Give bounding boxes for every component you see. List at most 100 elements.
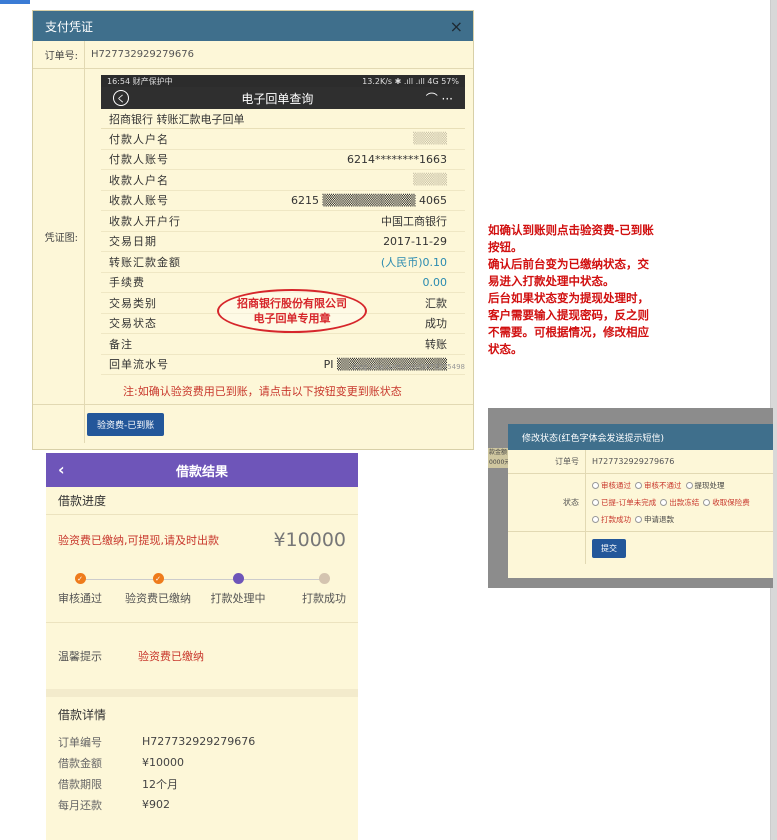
payment-voucher-modal: 支付凭证 × 订单号: H727732929279676 凭证图: 16:54 … <box>32 10 474 450</box>
status-option[interactable]: 已提-订单未完成 <box>592 495 656 510</box>
status-order-number: H727732929279676 <box>592 457 675 466</box>
phone-nav-title: 电子回单查询 <box>241 91 314 106</box>
phone-nav-bar: く 电子回单查询 ⌒ ··· <box>101 87 465 109</box>
receipt-record-key: 备注 <box>109 337 133 351</box>
loan-detail-header: 借款详情 <box>58 707 107 722</box>
status-option[interactable]: 出款冻结 <box>660 495 699 510</box>
corner-accent <box>0 0 30 4</box>
radio-circle-icon[interactable] <box>685 482 693 489</box>
loan-result-page: ‹ 借款结果 借款进度 验资费已缴纳,可提现,请及时出款 ¥10000 ✓ 审核通… <box>46 453 358 840</box>
radio-circle-icon[interactable] <box>660 499 668 506</box>
loan-detail-row: 借款期限 12个月 <box>46 773 358 794</box>
radio-circle-icon[interactable] <box>635 516 642 523</box>
annotation-line-1: 如确认到账则点击验资费-已到账按钮。 <box>488 223 654 254</box>
status-option[interactable]: 申请退款 <box>635 512 674 527</box>
receipt-record-key: 交易状态 <box>109 317 157 331</box>
loan-detail-value: ¥10000 <box>142 756 184 769</box>
receipt-record-key: 收款人账号 <box>109 194 169 208</box>
receipt-record-value: ▒▒▒▒ <box>413 132 447 146</box>
loan-detail-value: H727732929279676 <box>142 735 256 748</box>
receipt-record-row: 备注 转账 <box>101 334 465 355</box>
back-icon: く <box>113 90 129 106</box>
receipt-record-row: 付款人账号 6214********1663 <box>101 150 465 170</box>
receipt-record-row: 交易日期 2017-11-29 <box>101 232 465 252</box>
confirm-fee-received-button[interactable]: 验资费-已到账 <box>87 412 165 436</box>
status-option[interactable]: 打款成功 <box>592 512 631 527</box>
radio-circle-icon[interactable] <box>703 499 711 506</box>
loan-detail-key: 借款金额 <box>58 756 102 770</box>
receipt-record-value: (人民币)0.10 <box>380 255 447 269</box>
receipt-record-value: 汇款 <box>425 296 447 310</box>
receipt-record-key: 收款人户名 <box>109 173 169 187</box>
receipt-record-key: 交易日期 <box>109 235 157 249</box>
receipt-record-key: 手续费 <box>109 276 145 290</box>
progress-step: 打款处理中 <box>198 573 278 606</box>
step-dot-icon <box>232 573 244 584</box>
loan-progress-header: 借款进度 <box>46 487 358 515</box>
voucher-image-row: 凭证图: 16:54 财产保护中 13.2K/s ✱ .ıll .ıll 4G … <box>33 69 473 405</box>
status-option-label: 提现处理 <box>694 481 725 490</box>
close-icon[interactable]: × <box>450 17 463 36</box>
check-circle-icon: ✓ <box>152 573 164 584</box>
loan-detail-row: 订单编号 H727732929279676 <box>46 731 358 752</box>
progress-step-label: 打款处理中 <box>210 592 266 605</box>
loan-result-header: ‹ 借款结果 <box>46 453 358 487</box>
voucher-image-label: 凭证图: <box>33 69 85 404</box>
status-option[interactable]: 审核不通过 <box>635 478 682 493</box>
receipt-record-value: 6214********1663 <box>347 152 447 166</box>
loan-progress-summary: 验资费已缴纳,可提现,请及时出款 ¥10000 <box>46 515 358 565</box>
receipt-record-key: 付款人户名 <box>109 132 169 146</box>
receipt-record-key: 付款人账号 <box>109 153 169 167</box>
phone-status-right: 13.2K/s ✱ .ıll .ıll 4G 57% <box>362 76 459 86</box>
receipt-record-key: 回单流水号 <box>109 358 169 372</box>
more-icon: ⌒ ··· <box>425 91 453 106</box>
status-modal-screenshot: 款金额 0000元 修改状态(红色字体会发送提示短信) 订单号 H7277329… <box>488 408 773 588</box>
status-radio-group: 审核通过 审核不通过 提现处理已提-订单未完成 出款冻结 收取保险费打款成功 申请退款 <box>586 474 773 531</box>
loan-amount: ¥10000 <box>273 529 346 551</box>
status-submit-row: 提交 <box>508 532 773 564</box>
receipt-record-row: 收款人账号 6215 ▒▒▒▒▒▒▒▒▒▒▒ 4065 <box>101 191 465 211</box>
submit-row-spacer <box>508 532 586 564</box>
status-option-label: 出款冻结 <box>669 498 700 507</box>
receipt-record-value: 0.00 <box>422 275 448 289</box>
receipt-record-key: 收款人开户行 <box>109 214 181 228</box>
progress-step: 打款成功 <box>284 573 364 606</box>
status-option-label: 审核通过 <box>601 481 631 490</box>
check-circle-icon: ✓ <box>74 573 86 584</box>
radio-circle-icon[interactable] <box>592 499 599 506</box>
status-option[interactable]: 审核通过 <box>592 478 631 493</box>
seal-line-2: 电子回单专用章 <box>253 312 331 325</box>
receipt-record-value: 转账 <box>425 337 447 351</box>
background-amount-column: 款金额 0000元 <box>488 448 511 468</box>
warm-tip-row: 温馨提示 验资费已缴纳 <box>46 623 358 697</box>
status-order-row: 订单号 H727732929279676 <box>508 450 773 474</box>
radio-circle-icon[interactable] <box>592 516 599 523</box>
back-arrow-icon[interactable]: ‹ <box>58 460 65 479</box>
status-option-label: 申请退款 <box>644 515 674 524</box>
receipt-record-value: 中国工商银行 <box>381 214 447 228</box>
radio-circle-icon[interactable] <box>635 482 642 489</box>
voucher-order-row: 订单号: H727732929279676 <box>33 41 473 69</box>
status-option-label: 收取保险费 <box>712 498 750 507</box>
receipt-record-row: 转账汇款金额 (人民币)0.10 <box>101 252 465 273</box>
step-dot-icon <box>318 573 330 584</box>
button-row-label-spacer <box>33 405 85 443</box>
receipt-record-row: 收款人开户行 中国工商银行 <box>101 211 465 232</box>
radio-circle-icon[interactable] <box>592 482 599 489</box>
loan-detail-value: 12个月 <box>142 777 178 791</box>
status-option[interactable]: 提现处理 <box>685 478 725 493</box>
progress-step-label: 打款成功 <box>302 592 346 605</box>
loan-progress-steps: ✓ 审核通过 ✓ 验资费已缴纳 打款处理中 打款成功 <box>46 565 358 623</box>
submit-button[interactable]: 提交 <box>592 538 626 558</box>
receipt-screenshot: 16:54 财产保护中 13.2K/s ✱ .ıll .ıll 4G 57% く… <box>101 75 465 375</box>
loan-detail-value: ¥902 <box>142 798 170 811</box>
voucher-note: 注:如确认验资费用已到账，请点击以下按钮变更到账状态 <box>123 385 402 398</box>
loan-detail-key: 借款期限 <box>58 777 102 791</box>
status-option[interactable]: 收取保险费 <box>703 495 750 510</box>
status-option-label: 审核不通过 <box>644 481 682 490</box>
voucher-modal-header: 支付凭证 × <box>33 11 473 41</box>
progress-message: 验资费已缴纳,可提现,请及时出款 <box>58 534 219 547</box>
receipt-record-value: 6215 ▒▒▒▒▒▒▒▒▒▒▒ 4065 <box>290 193 447 207</box>
loan-detail-key: 每月还款 <box>58 798 102 812</box>
voucher-modal-title: 支付凭证 <box>45 19 94 34</box>
